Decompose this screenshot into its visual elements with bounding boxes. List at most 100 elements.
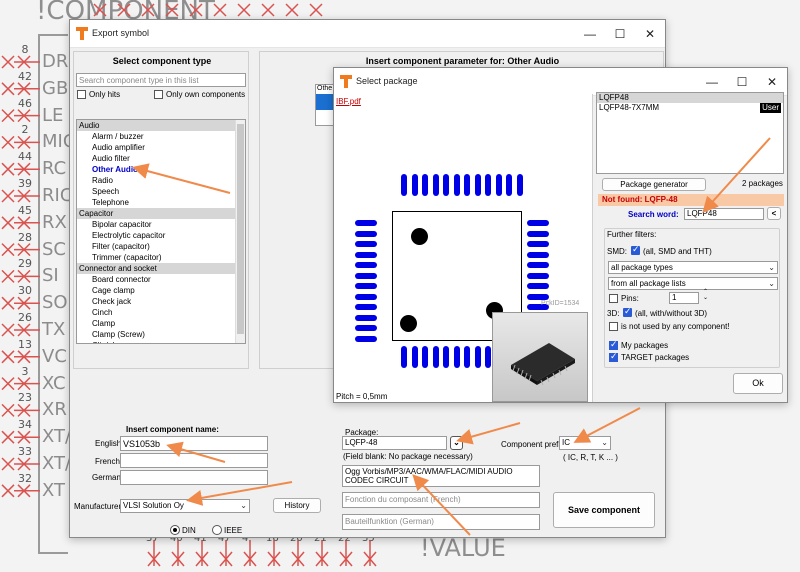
- search-word-input[interactable]: LQFP48: [684, 208, 764, 220]
- english-name-input[interactable]: VS1053b: [120, 436, 268, 451]
- pad: [474, 174, 481, 196]
- close-icon[interactable]: ✕: [635, 20, 665, 48]
- package-list[interactable]: LQFP48 LQFP48-7X7MM User: [596, 92, 784, 174]
- ieee-radio[interactable]: [212, 525, 222, 535]
- type-list-item[interactable]: Radio: [77, 175, 245, 186]
- type-list-item[interactable]: Trimmer (capacitor): [77, 252, 245, 263]
- type-list-item[interactable]: Clamp (Screw): [77, 329, 245, 340]
- pad: [355, 304, 377, 310]
- description-input[interactable]: Ogg Vorbis/MP3/AAC/WMA/FLAC/MIDI AUDIO C…: [342, 465, 540, 487]
- package-dropdown-button[interactable]: ⌄: [450, 436, 463, 450]
- pck-id: PckID=1534: [541, 300, 580, 307]
- pad: [527, 230, 549, 237]
- type-list-item[interactable]: Board connector: [77, 274, 245, 285]
- ok-button[interactable]: Ok: [733, 373, 783, 394]
- unused-checkbox[interactable]: [609, 322, 618, 331]
- type-list-item[interactable]: Audio filter: [77, 153, 245, 164]
- type-category[interactable]: Capacitor: [77, 208, 245, 219]
- manufacturer-label: Manufacturer: [74, 502, 122, 511]
- type-list-item[interactable]: Clip/plug: [77, 340, 245, 343]
- french-name-input[interactable]: [120, 453, 268, 468]
- pad: [355, 251, 377, 258]
- package-types-select[interactable]: all package types ⌄: [608, 261, 778, 274]
- type-list-item[interactable]: Cinch: [77, 307, 245, 318]
- type-list-scrollbar[interactable]: [235, 120, 245, 343]
- pad: [453, 346, 460, 368]
- type-list-item[interactable]: Other Audio: [77, 164, 245, 175]
- pad: [422, 174, 428, 196]
- chevron-down-icon: ⌄: [601, 438, 608, 447]
- type-list-item[interactable]: Check jack: [77, 296, 245, 307]
- save-component-button[interactable]: Save component: [553, 492, 655, 528]
- my-packages-label: My packages: [621, 341, 669, 350]
- package-list-item[interactable]: LQFP48: [597, 93, 783, 103]
- ieee-label: IEEE: [224, 526, 243, 535]
- only-hits-label: Only hits: [89, 90, 121, 99]
- manufacturer-value: VLSI Solution Oy: [123, 501, 184, 510]
- pad: [432, 174, 439, 196]
- select-type-panel: Select component type Search component t…: [73, 51, 249, 369]
- prefix-note: ( IC, R, T, K ... ): [563, 453, 618, 462]
- pad: [474, 346, 481, 368]
- type-category[interactable]: Audio: [77, 120, 245, 131]
- not-found-text: Not found: LQFP-48: [602, 195, 678, 204]
- ibf-pdf-link[interactable]: IBF.pdf: [336, 97, 361, 106]
- type-list-item[interactable]: Electrolytic capacitor: [77, 230, 245, 241]
- manufacturer-select[interactable]: VLSI Solution Oy ⌄: [120, 499, 250, 513]
- search-back-button[interactable]: <: [767, 207, 781, 220]
- package-3d-preview: [492, 312, 588, 402]
- chevron-down-icon: ⌄: [453, 438, 460, 447]
- pad: [355, 272, 377, 279]
- insert-name-heading: Insert component name:: [126, 425, 219, 434]
- pad: [527, 262, 549, 268]
- maximize-icon[interactable]: ☐: [605, 20, 635, 48]
- pad: [527, 272, 549, 279]
- type-category[interactable]: Connector and socket: [77, 263, 245, 274]
- type-list-item[interactable]: Telephone: [77, 197, 245, 208]
- type-list-item[interactable]: Filter (capacitor): [77, 241, 245, 252]
- type-list-item[interactable]: Speech: [77, 186, 245, 197]
- pins-stepper-icon[interactable]: ⌃ ⌄: [703, 289, 708, 301]
- pad: [506, 174, 512, 196]
- target-packages-checkbox[interactable]: [609, 351, 618, 362]
- pad: [495, 174, 502, 196]
- fiducial-marker: [400, 315, 417, 332]
- package-input[interactable]: LQFP-48: [342, 436, 447, 450]
- only-own-checkbox[interactable]: [154, 90, 163, 99]
- param-list-stub[interactable]: Othe: [315, 84, 335, 126]
- my-packages-checkbox[interactable]: [609, 339, 618, 350]
- type-list-item[interactable]: Alarm / buzzer: [77, 131, 245, 142]
- type-list-item[interactable]: Audio amplifier: [77, 142, 245, 153]
- pad: [355, 314, 377, 321]
- only-hits-checkbox[interactable]: [77, 90, 86, 99]
- threed-value: (all, with/without 3D): [635, 309, 708, 318]
- pad: [355, 241, 377, 247]
- type-list-item[interactable]: Cage clamp: [77, 285, 245, 296]
- pad: [355, 293, 377, 300]
- threed-checkbox[interactable]: [623, 306, 632, 317]
- type-list-item[interactable]: Bipolar capacitor: [77, 219, 245, 230]
- export-titlebar[interactable]: Export symbol — ☐ ✕: [70, 20, 665, 48]
- fonction-input[interactable]: Fonction du composant (French): [342, 492, 540, 508]
- component-type-list[interactable]: Audio Alarm / buzzer Audio amplifier Audio …: [76, 119, 246, 344]
- pad: [401, 346, 407, 368]
- pad: [443, 346, 449, 368]
- type-list-item[interactable]: Clamp: [77, 318, 245, 329]
- package-generator-button[interactable]: Package generator: [602, 178, 706, 191]
- package-name: LQFP48: [599, 93, 629, 102]
- select-type-heading: Select component type: [112, 56, 212, 66]
- smd-checkbox[interactable]: [631, 244, 640, 255]
- pins-checkbox[interactable]: [609, 294, 618, 303]
- pins-input[interactable]: 1: [669, 292, 699, 304]
- package-list-item[interactable]: LQFP48-7X7MM User: [597, 103, 783, 113]
- pad: [355, 283, 377, 289]
- german-name-input[interactable]: [120, 470, 268, 485]
- prefix-select[interactable]: IC ⌄: [559, 436, 611, 450]
- din-radio[interactable]: [170, 525, 180, 535]
- history-button[interactable]: History: [273, 498, 321, 513]
- bauteil-input[interactable]: Bauteilfunktion (German): [342, 514, 540, 530]
- pitch-label: Pitch = 0,5mm: [336, 392, 388, 401]
- package-lists-select[interactable]: from all package lists ⌄: [608, 277, 778, 290]
- minimize-icon[interactable]: —: [575, 20, 605, 48]
- type-search-input[interactable]: Search component type in this list: [76, 73, 246, 87]
